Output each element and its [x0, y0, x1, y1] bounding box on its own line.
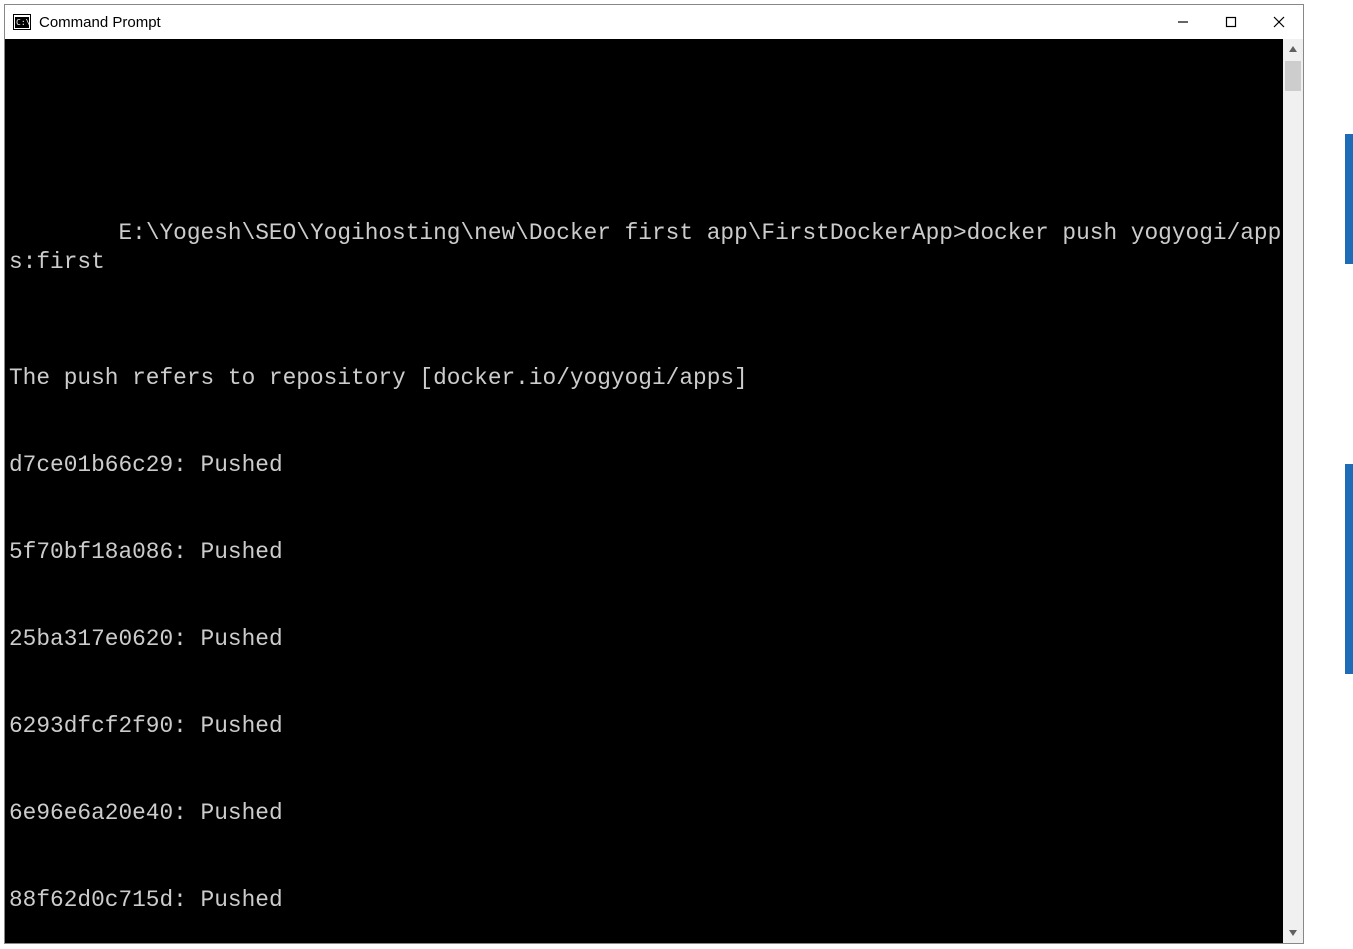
vertical-scrollbar[interactable] [1283, 39, 1303, 943]
scroll-thumb[interactable] [1285, 61, 1301, 91]
layer-line: 6293dfcf2f90: Pushed [9, 712, 1283, 741]
prompt-path: E:\Yogesh\SEO\Yogihosting\new\Docker fir… [118, 220, 966, 246]
window-title: Command Prompt [39, 14, 161, 31]
layer-line: 5f70bf18a086: Pushed [9, 538, 1283, 567]
layer-line: 25ba317e0620: Pushed [9, 625, 1283, 654]
prompt-line: E:\Yogesh\SEO\Yogihosting\new\Docker fir… [9, 190, 1283, 306]
command-prompt-window: C:\ Command Prompt E:\Yogesh\SEO\Yogihos… [4, 4, 1304, 944]
close-button[interactable] [1255, 5, 1303, 39]
maximize-button[interactable] [1207, 5, 1255, 39]
titlebar[interactable]: C:\ Command Prompt [5, 5, 1303, 39]
minimize-button[interactable] [1159, 5, 1207, 39]
cmd-icon: C:\ [13, 14, 31, 30]
scroll-up-icon[interactable] [1283, 39, 1303, 59]
client-area: E:\Yogesh\SEO\Yogihosting\new\Docker fir… [5, 39, 1303, 943]
terminal-output[interactable]: E:\Yogesh\SEO\Yogihosting\new\Docker fir… [5, 39, 1283, 943]
layer-line: 88f62d0c715d: Pushed [9, 886, 1283, 915]
scroll-down-icon[interactable] [1283, 923, 1303, 943]
layer-line: d7ce01b66c29: Pushed [9, 451, 1283, 480]
page-right-strip [1308, 4, 1353, 944]
output-line: The push refers to repository [docker.io… [9, 364, 1283, 393]
layer-line: 6e96e6a20e40: Pushed [9, 799, 1283, 828]
svg-text:C:\: C:\ [16, 18, 31, 27]
